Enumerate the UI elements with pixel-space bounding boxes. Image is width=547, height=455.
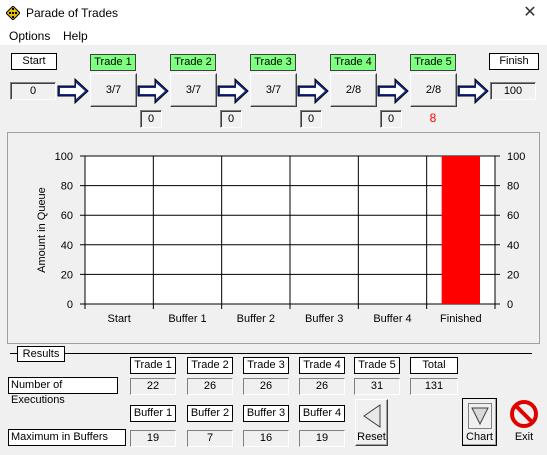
trade-4-button[interactable]: 2/8 bbox=[330, 73, 377, 107]
executions-trade-1: 22 bbox=[130, 378, 176, 395]
start-label: Start bbox=[11, 53, 57, 70]
buffer-3-count: 0 bbox=[300, 110, 322, 128]
trade-5-label: Trade 5 bbox=[410, 54, 456, 71]
result-header-trade-1: Trade 1 bbox=[130, 357, 176, 374]
no-entry-icon bbox=[510, 400, 538, 428]
buffer-1-count: 0 bbox=[140, 110, 162, 128]
buffers-row-label: Maximum in Buffers bbox=[8, 429, 126, 446]
result-header-buffer-4: Buffer 4 bbox=[299, 405, 345, 422]
trade-2-button[interactable]: 3/7 bbox=[170, 73, 217, 107]
chart-button[interactable]: Chart bbox=[462, 398, 497, 446]
executions-row-label: Number of Executions bbox=[8, 377, 118, 406]
menu-help[interactable]: Help bbox=[63, 29, 88, 43]
exit-button[interactable]: Exit bbox=[506, 398, 542, 446]
right-arrow-icon bbox=[297, 78, 329, 104]
executions-trade-4: 26 bbox=[299, 378, 345, 395]
trade-5-extra: 8 bbox=[429, 111, 437, 125]
max-buffer-2: 7 bbox=[187, 430, 233, 447]
trade-3-button[interactable]: 3/7 bbox=[250, 73, 297, 107]
executions-trade-3: 26 bbox=[243, 378, 289, 395]
y-tick-label-left: 20 bbox=[61, 269, 73, 281]
trade-2-label: Trade 2 bbox=[170, 54, 216, 71]
x-category-label: Buffer 1 bbox=[168, 313, 206, 325]
right-arrow-icon bbox=[217, 78, 249, 104]
result-header-total: Total bbox=[410, 357, 458, 374]
x-category-label: Buffer 2 bbox=[237, 313, 275, 325]
executions-trade-2: 26 bbox=[187, 378, 233, 395]
menu-options[interactable]: Options bbox=[9, 29, 50, 43]
y-tick-label-right: 80 bbox=[507, 181, 519, 193]
exit-button-label: Exit bbox=[514, 431, 534, 443]
y-tick-label-left: 80 bbox=[61, 181, 73, 193]
executions-trade-5: 31 bbox=[354, 378, 400, 395]
chart-funnel-icon bbox=[468, 403, 492, 429]
results-divider bbox=[10, 353, 532, 354]
result-header-trade-5: Trade 5 bbox=[354, 357, 400, 374]
buffer-2-count: 0 bbox=[220, 110, 242, 128]
max-buffer-3: 16 bbox=[243, 430, 289, 447]
x-category-label: Finished bbox=[440, 313, 482, 325]
chart-panel: 0 0 20 20 40 40 60 60 80 80 100 100 Start Buffer 1 Buf… bbox=[7, 132, 540, 344]
right-arrow-icon bbox=[457, 78, 489, 104]
y-tick-label-left: 0 bbox=[67, 299, 73, 311]
results-title: Results bbox=[17, 346, 65, 362]
result-header-buffer-3: Buffer 3 bbox=[243, 405, 289, 422]
y-tick-label-left: 100 bbox=[55, 151, 73, 163]
y-tick-label-right: 60 bbox=[507, 210, 519, 222]
start-value: 0 bbox=[10, 82, 56, 100]
trade-1-label: Trade 1 bbox=[90, 54, 136, 71]
finish-value: 100 bbox=[490, 82, 536, 100]
max-buffer-1: 19 bbox=[130, 430, 176, 447]
executions-total: 131 bbox=[410, 378, 458, 395]
y-tick-label-left: 60 bbox=[61, 210, 73, 222]
x-category-label: Buffer 4 bbox=[373, 313, 411, 325]
close-icon[interactable]: ✕ bbox=[519, 2, 541, 24]
trade-5-button[interactable]: 2/8 bbox=[410, 73, 457, 107]
reset-button-label: Reset bbox=[357, 431, 386, 443]
x-category-label: Buffer 3 bbox=[305, 313, 343, 325]
menu-bar: Options Help bbox=[0, 27, 547, 46]
y-tick-label-left: 40 bbox=[61, 240, 73, 252]
title-bar: Parade of Trades ✕ bbox=[0, 0, 547, 27]
reset-triangle-icon bbox=[363, 404, 381, 428]
result-header-buffer-1: Buffer 1 bbox=[130, 405, 176, 422]
y-tick-label-right: 100 bbox=[507, 151, 525, 163]
diamond-grid-icon bbox=[6, 6, 20, 20]
result-header-trade-2: Trade 2 bbox=[187, 357, 233, 374]
queue-bar-chart: 0 0 20 20 40 40 60 60 80 80 100 100 Start Buffer 1 Buf… bbox=[36, 151, 525, 325]
reset-button[interactable]: Reset bbox=[355, 399, 388, 446]
bar-finished bbox=[441, 156, 480, 304]
finish-label: Finish bbox=[489, 53, 539, 70]
x-category-label: Start bbox=[108, 313, 131, 325]
chart-button-label: Chart bbox=[466, 431, 493, 443]
result-header-trade-4: Trade 4 bbox=[299, 357, 345, 374]
right-arrow-icon bbox=[377, 78, 409, 104]
buffer-4-count: 0 bbox=[380, 110, 402, 128]
right-arrow-icon bbox=[137, 78, 169, 104]
trade-1-button[interactable]: 3/7 bbox=[90, 73, 137, 107]
y-tick-label-right: 20 bbox=[507, 269, 519, 281]
trade-4-label: Trade 4 bbox=[330, 54, 376, 71]
result-header-trade-3: Trade 3 bbox=[243, 357, 289, 374]
y-axis-label: Amount in Queue bbox=[36, 187, 48, 273]
trade-3-label: Trade 3 bbox=[250, 54, 296, 71]
max-buffer-4: 19 bbox=[299, 430, 345, 447]
right-arrow-icon bbox=[57, 78, 89, 104]
window-title: Parade of Trades bbox=[26, 6, 119, 20]
result-header-buffer-2: Buffer 2 bbox=[187, 405, 233, 422]
y-tick-label-right: 40 bbox=[507, 240, 519, 252]
y-tick-label-right: 0 bbox=[507, 299, 513, 311]
